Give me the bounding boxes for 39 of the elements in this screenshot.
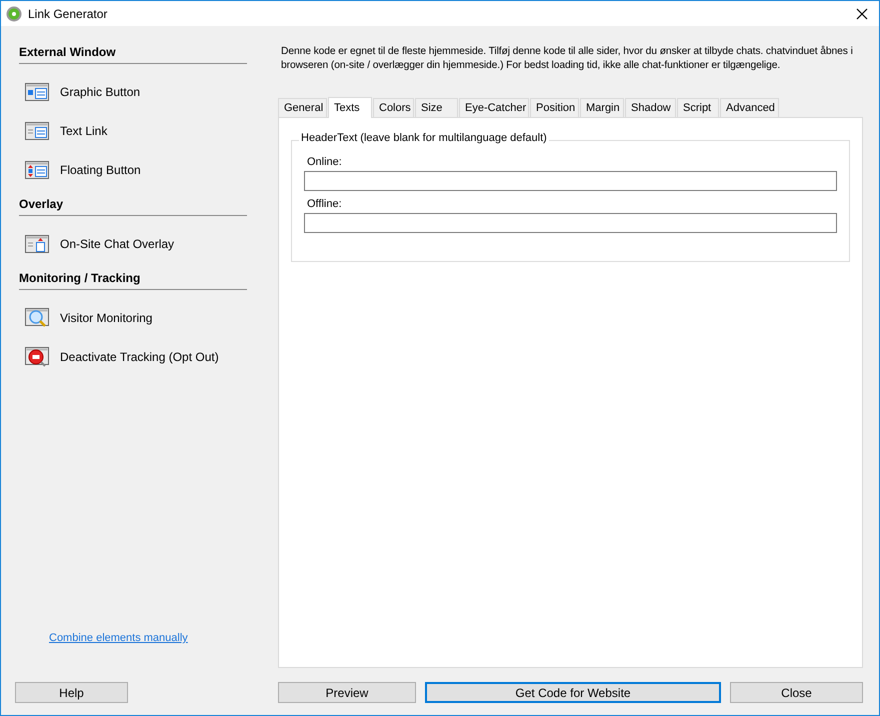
field-label: Online: [307, 156, 343, 168]
tab[interactable]: Texts [328, 97, 372, 118]
gear-icon [6, 6, 22, 22]
get-code-button[interactable]: Get Code for Website [425, 682, 721, 703]
tab[interactable]: Eye-Catcher [459, 98, 529, 117]
sidebar-item[interactable]: Text Link [25, 111, 108, 150]
tab[interactable]: Size [415, 98, 458, 117]
description-text: Denne kode er egnet til de fleste hjemmeside. Tilføj denne kode til alle sider, hvor du ønsker at tilbyde chats. chatvinduet åbnes i browseren (on-site / overlægger din hjemmeside.) For bedst loading tid, ikke alle chat-funktioner er tilgængelige. [281, 45, 854, 73]
input-field[interactable] [304, 171, 837, 191]
window-icon [25, 122, 49, 140]
window-icon [25, 82, 49, 100]
tab[interactable]: General [278, 98, 327, 117]
field-label: Offline: [307, 198, 343, 210]
sidebar-item[interactable]: Visitor Monitoring [25, 298, 152, 337]
sidebar-item[interactable]: Deactivate Tracking (Opt Out) [25, 337, 219, 376]
tab[interactable]: Colors [373, 98, 414, 117]
close-icon [856, 8, 868, 20]
section-heading: Overlay [19, 197, 247, 216]
sidebar-item[interactable]: Graphic Button [25, 72, 140, 111]
group-title: HeaderText (leave blank for multilanguage default) [299, 132, 549, 144]
window-icon [25, 234, 49, 252]
tab[interactable]: Position [530, 98, 579, 117]
close-button[interactable]: Close [730, 682, 863, 703]
tab[interactable]: Script [677, 98, 719, 117]
window-title: Link Generator [28, 6, 108, 20]
sidebar-item[interactable]: On-Site Chat Overlay [25, 224, 174, 263]
combine-link[interactable]: Combine elements manually [49, 632, 188, 644]
preview-button[interactable]: Preview [278, 682, 416, 703]
magnifier-icon [25, 308, 49, 328]
help-button[interactable]: Help [15, 682, 128, 703]
tab[interactable]: Shadow [625, 98, 676, 117]
section-heading: External Window [19, 45, 247, 64]
input-field[interactable] [304, 213, 837, 233]
tab[interactable]: Advanced [720, 98, 779, 117]
sidebar-item[interactable]: Floating Button [25, 150, 141, 189]
tab[interactable]: Margin [580, 98, 624, 117]
section-heading: Monitoring / Tracking [19, 271, 247, 290]
stop-icon [25, 346, 49, 366]
window-icon [25, 160, 49, 178]
